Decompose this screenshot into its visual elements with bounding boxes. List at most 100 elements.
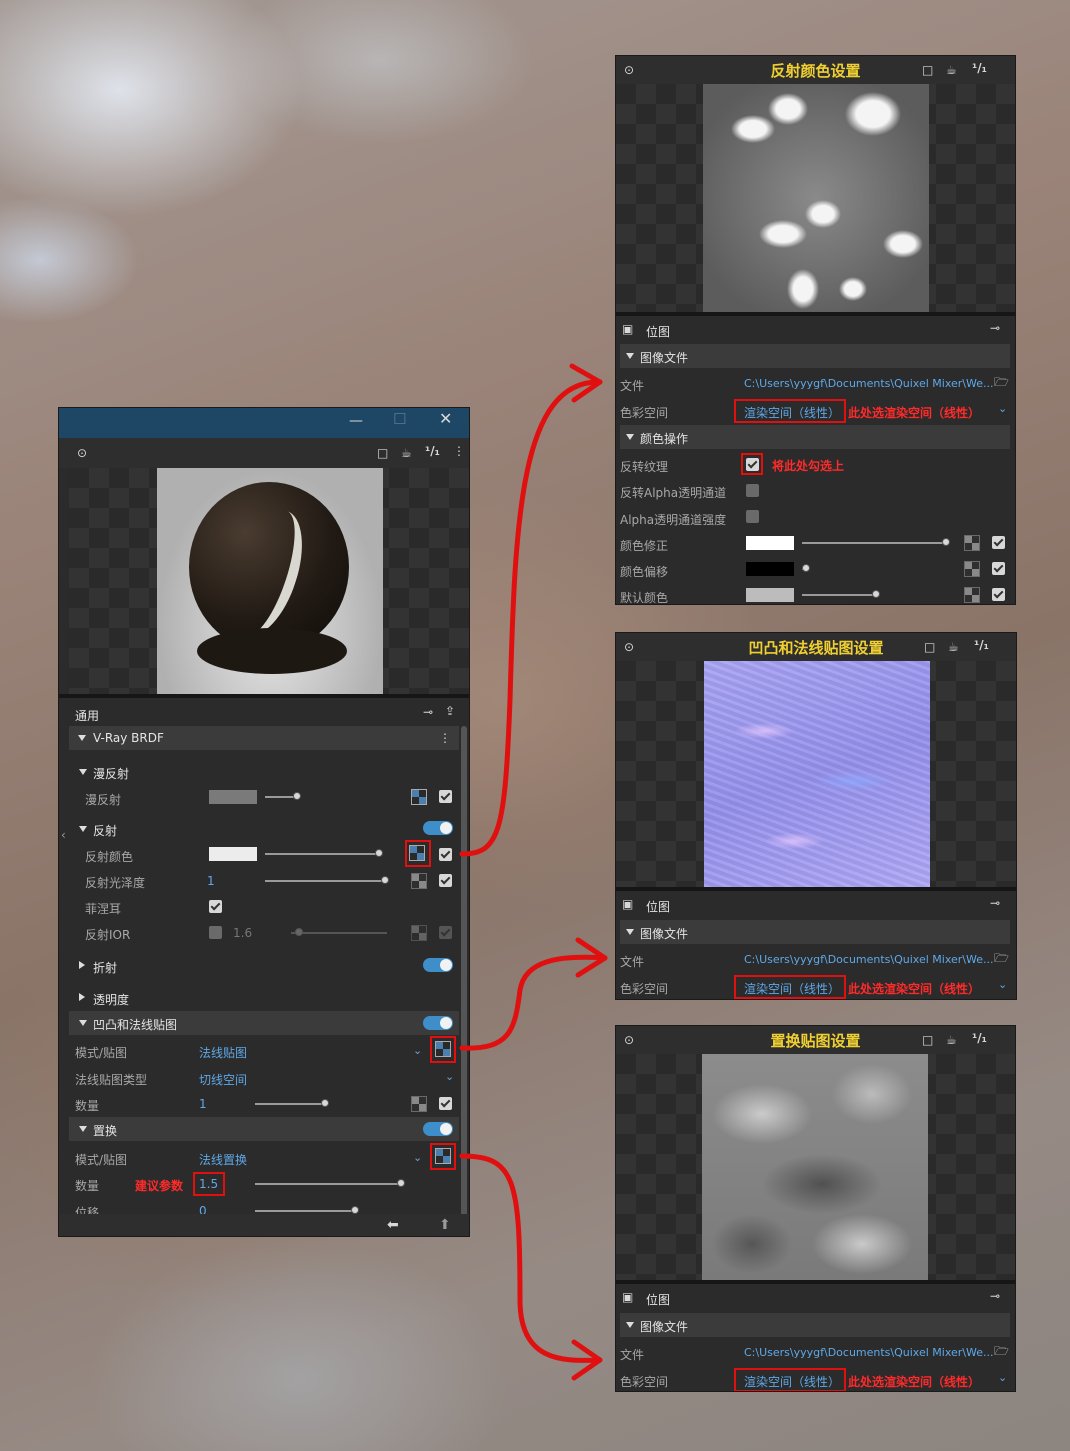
more-icon[interactable]: ⋮ [439,731,451,745]
collapse-side-icon[interactable]: ‹ [61,828,66,842]
normal-type-value[interactable]: 切线空间 [199,1071,247,1088]
image-file-section-header[interactable]: 图像文件 [620,344,1010,368]
bump-section-header[interactable]: 凹凸和法线贴图 [69,1011,459,1035]
color-correct-checkbox[interactable] [992,536,1005,549]
more-icon[interactable]: ⋮ [453,444,465,458]
reflection-expand-icon[interactable] [79,826,87,832]
colorspace-value[interactable]: 渲染空间（线性） [744,980,840,997]
reflect-gloss-map-button[interactable] [411,873,427,889]
ratio-label[interactable]: ¹/₁ [972,61,987,75]
color-offset-swatch[interactable] [746,562,794,576]
pin-icon[interactable]: ⊸ [423,705,433,719]
displace-shift-slider-knob[interactable] [351,1206,359,1214]
reflect-ior-checkbox[interactable] [439,926,452,939]
displace-amount-slider-knob[interactable] [397,1179,405,1187]
file-path[interactable]: C:\Users\yyygf\Documents\Quixel Mixer\We… [744,377,994,390]
diffuse-expand-icon[interactable] [79,769,87,775]
maximize-icon[interactable]: ☐ [393,412,406,427]
bump-amount-map-button[interactable] [411,1096,427,1112]
color-correct-slider-track[interactable] [802,542,946,544]
save-preset-icon[interactable]: ⇪ [445,704,455,718]
diffuse-section[interactable]: 漫反射 [93,765,129,782]
color-offset-slider-knob[interactable] [802,564,810,572]
default-color-map-button[interactable] [964,587,980,603]
reflect-ior-slider-knob[interactable] [295,928,303,936]
default-color-slider-track[interactable] [802,594,874,596]
color-ops-section-header[interactable]: 颜色操作 [620,425,1010,449]
displace-amount-value[interactable]: 1.5 [199,1177,218,1191]
ratio-label[interactable]: ¹/₁ [974,638,989,652]
displace-mode-dropdown-icon[interactable]: ⌄ [413,1151,422,1164]
reflect-color-checkbox[interactable] [439,848,452,861]
minimize-icon[interactable]: — [349,414,363,428]
file-path[interactable]: C:\Users\yyygf\Documents\Quixel Mixer\We… [744,1346,994,1359]
folder-open-icon[interactable]: 🗁 [994,375,1009,389]
diffuse-color-swatch[interactable] [209,790,257,804]
teapot-icon[interactable]: ☕ [948,640,959,654]
brdf-section-header[interactable]: V-Ray BRDF ⋮ [69,726,459,750]
invert-checkbox[interactable] [746,458,759,471]
displace-toggle[interactable] [423,1122,453,1136]
teapot-icon[interactable]: ☕ [401,446,412,460]
reflect-ior-slider-track[interactable] [291,932,387,934]
default-color-swatch[interactable] [746,588,794,602]
reflect-ior-map-button[interactable] [411,925,427,941]
teapot-icon[interactable]: ☕ [946,63,957,77]
square-icon[interactable]: □ [924,640,935,654]
teapot-icon[interactable]: ☕ [946,1033,957,1047]
color-offset-checkbox[interactable] [992,562,1005,575]
reflect-gloss-checkbox[interactable] [439,874,452,887]
ratio-label[interactable]: ¹/₁ [972,1031,987,1045]
diffuse-map-button[interactable] [411,789,427,805]
colorspace-dropdown-icon[interactable]: ⌄ [998,1371,1007,1384]
opacity-expand-icon[interactable] [79,993,85,1001]
bump-amount-slider-knob[interactable] [321,1099,329,1107]
refraction-toggle[interactable] [423,958,453,972]
close-icon[interactable]: ✕ [439,411,452,427]
default-color-checkbox[interactable] [992,588,1005,601]
displace-amount-slider-track[interactable] [255,1183,401,1185]
reflect-color-slider-knob[interactable] [375,849,383,857]
bump-amount-checkbox[interactable] [439,1097,452,1110]
diffuse-checkbox[interactable] [439,790,452,803]
alpha-strength-checkbox[interactable] [746,510,759,523]
reflect-gloss-value[interactable]: 1 [207,874,215,888]
diffuse-slider-knob[interactable] [293,792,301,800]
colorspace-dropdown-icon[interactable]: ⌄ [998,402,1007,415]
reflect-ior-lock-checkbox[interactable] [209,926,222,939]
up-arrow-icon[interactable]: ⬆ [439,1218,451,1232]
color-correct-slider-knob[interactable] [942,538,950,546]
image-file-section-header[interactable]: 图像文件 [620,920,1010,944]
pin-icon[interactable]: ⊸ [990,321,1000,335]
square-icon[interactable]: □ [377,446,388,460]
file-path[interactable]: C:\Users\yyygf\Documents\Quixel Mixer\We… [744,953,994,966]
back-arrow-icon[interactable]: ⬅ [387,1218,399,1232]
scrollbar[interactable] [461,726,467,1216]
bump-mode-value[interactable]: 法线贴图 [199,1044,247,1061]
colorspace-value[interactable]: 渲染空间（线性） [744,1373,840,1390]
image-file-section-header[interactable]: 图像文件 [620,1313,1010,1337]
reflect-gloss-slider-track[interactable] [265,880,387,882]
folder-open-icon[interactable]: 🗁 [994,951,1009,965]
eye-pin-icon[interactable]: ⊙ [77,446,87,460]
colorspace-value[interactable]: 渲染空间（线性） [744,404,840,421]
reflect-ior-value[interactable]: 1.6 [233,926,252,940]
default-color-slider-knob[interactable] [872,590,880,598]
reflect-color-swatch[interactable] [209,847,257,861]
pin-icon[interactable]: ⊸ [990,896,1000,910]
refraction-expand-icon[interactable] [79,961,85,969]
bump-mode-dropdown-icon[interactable]: ⌄ [413,1044,422,1057]
color-offset-map-button[interactable] [964,561,980,577]
color-correct-map-button[interactable] [964,535,980,551]
pin-icon[interactable]: ⊸ [990,1289,1000,1303]
normal-type-dropdown-icon[interactable]: ⌄ [445,1070,454,1083]
displace-shift-slider-track[interactable] [255,1210,355,1212]
folder-open-icon[interactable]: 🗁 [994,1344,1009,1358]
fresnel-checkbox[interactable] [209,900,222,913]
square-icon[interactable]: □ [922,63,933,77]
bump-amount-value[interactable]: 1 [199,1097,207,1111]
color-correct-swatch[interactable] [746,536,794,550]
square-icon[interactable]: □ [922,1033,933,1047]
displace-section-header[interactable]: 置换 [69,1117,459,1141]
bump-amount-slider-track[interactable] [255,1103,325,1105]
